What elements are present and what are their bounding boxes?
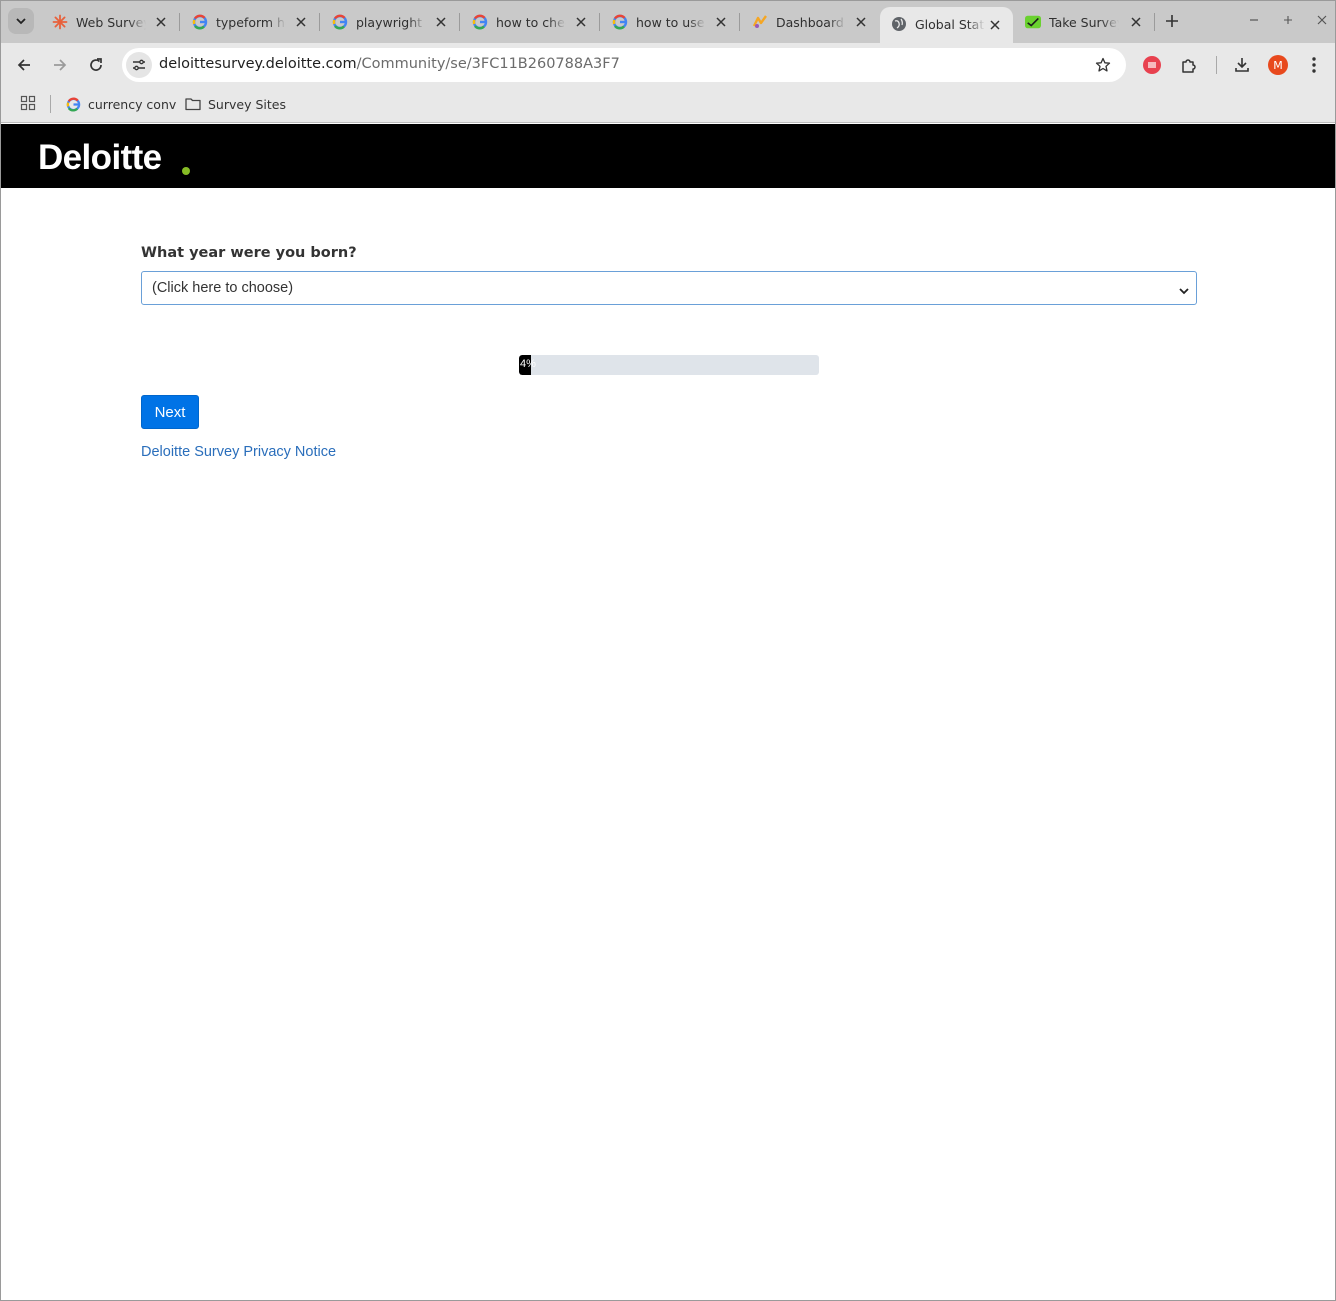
extension-logo-icon (1148, 62, 1156, 68)
minimize-icon (1250, 19, 1258, 21)
google-icon (472, 14, 488, 30)
download-icon (1235, 58, 1249, 72)
bookmarks-separator (50, 95, 51, 113)
browser-window: Web Survey typeform how playwright i h (0, 0, 1336, 1301)
folder-icon (185, 96, 201, 112)
maximize-icon (1284, 16, 1292, 24)
chevron-down-icon (1178, 282, 1190, 295)
site-info-button[interactable] (126, 52, 152, 78)
tune-icon (133, 59, 145, 71)
tab-search-button[interactable] (8, 8, 34, 34)
progress-label: 4% (520, 358, 536, 370)
chevron-down-icon (16, 18, 26, 25)
url-host: deloittesurvey.deloitte.com (159, 56, 357, 72)
google-icon (332, 14, 348, 30)
close-icon[interactable] (1128, 14, 1144, 30)
tab-take-survey[interactable]: Take Survey (1014, 9, 1155, 35)
reload-icon (90, 58, 102, 71)
dashboard-icon (752, 14, 768, 30)
google-icon (192, 14, 208, 30)
tab-typeform[interactable]: typeform how (181, 9, 320, 35)
bookmarks-bar: currency conv Survey Sites (1, 87, 1335, 123)
tab-global-state[interactable]: Global State (880, 7, 1013, 43)
tab-how-to-check[interactable]: how to check (461, 9, 600, 35)
close-icon[interactable] (293, 14, 309, 30)
asterisk-burst-icon (52, 14, 68, 30)
close-icon[interactable] (573, 14, 589, 30)
tab-title: Global State (915, 16, 985, 32)
minimize-button[interactable] (1245, 11, 1263, 29)
bookmark-survey-sites[interactable]: Survey Sites (185, 93, 286, 115)
downloads-button[interactable] (1230, 53, 1254, 77)
toolbar-divider (1216, 56, 1217, 74)
new-tab-button[interactable] (1161, 10, 1183, 32)
tab-title: how to use c (636, 14, 706, 30)
tab-dashboard[interactable]: Dashboard (741, 9, 879, 35)
more-vert-icon (1312, 57, 1316, 73)
globe-icon (891, 16, 907, 32)
tab-separator (599, 13, 600, 31)
tab-separator (739, 13, 740, 31)
reload-button[interactable] (84, 53, 108, 77)
arrow-right-icon (54, 59, 67, 71)
star-icon (1095, 57, 1111, 72)
close-icon[interactable] (713, 14, 729, 30)
tab-separator (1154, 13, 1155, 31)
tab-strip: Web Survey typeform how playwright i h (1, 1, 1335, 43)
select-value: (Click here to choose) (152, 280, 294, 296)
privacy-notice-link[interactable]: Deloitte Survey Privacy Notice (141, 444, 336, 460)
maximize-button[interactable] (1279, 11, 1297, 29)
tab-title: typeform how (216, 14, 286, 30)
logo-green-dot (182, 167, 190, 175)
bookmark-star-button[interactable] (1094, 56, 1112, 74)
tab-separator (459, 13, 460, 31)
tab-separator (179, 13, 180, 31)
tab-separator (319, 13, 320, 31)
tab-how-to-use[interactable]: how to use c (601, 9, 740, 35)
browser-toolbar: deloittesurvey.deloitte.com/Community/se… (1, 43, 1335, 87)
tab-title: playwright i (356, 14, 426, 30)
deloitte-logo: Deloitte (38, 138, 162, 177)
browser-menu-button[interactable] (1302, 53, 1326, 77)
brand-header: Deloitte (1, 124, 1335, 188)
birth-year-select[interactable]: (Click here to choose) (141, 271, 1197, 305)
profile-avatar[interactable]: M (1268, 55, 1288, 75)
extensions-button[interactable] (1177, 53, 1201, 77)
bookmark-label: Survey Sites (208, 96, 286, 112)
tab-title: Dashboard (776, 14, 844, 30)
tab-title: Web Survey (76, 14, 146, 30)
extension-button[interactable] (1143, 56, 1161, 74)
url-text[interactable]: deloittesurvey.deloitte.com/Community/se… (159, 56, 620, 72)
arrow-left-icon (17, 59, 30, 71)
close-icon (1317, 15, 1327, 25)
bookmark-currency-conv[interactable]: currency conv (65, 93, 176, 115)
tab-web-survey[interactable]: Web Survey (41, 9, 180, 35)
back-button[interactable] (12, 53, 36, 77)
bookmark-label: currency conv (88, 96, 177, 112)
forward-button[interactable] (48, 53, 72, 77)
tab-title: how to check (496, 14, 566, 30)
next-button[interactable]: Next (141, 395, 199, 429)
survey-page: Deloitte What year were you born? (Click… (1, 124, 1335, 1300)
url-path: /Community/se/3FC11B260788A3F7 (356, 56, 620, 72)
question-label: What year were you born? (141, 245, 357, 261)
survey-check-icon (1025, 14, 1041, 30)
tab-title: Take Survey (1049, 14, 1119, 30)
close-icon[interactable] (153, 14, 169, 30)
tab-playwright[interactable]: playwright i (321, 9, 460, 35)
close-icon[interactable] (853, 14, 869, 30)
plus-icon (1166, 15, 1178, 27)
apps-grid-icon[interactable] (20, 95, 36, 111)
close-icon[interactable] (433, 14, 449, 30)
survey-progress-bar: 4% (519, 355, 819, 375)
close-icon[interactable] (987, 17, 1003, 33)
google-icon (612, 14, 628, 30)
close-window-button[interactable] (1313, 11, 1331, 29)
google-icon (65, 96, 81, 112)
address-bar[interactable]: deloittesurvey.deloitte.com/Community/se… (122, 48, 1126, 82)
puzzle-icon (1182, 59, 1196, 73)
